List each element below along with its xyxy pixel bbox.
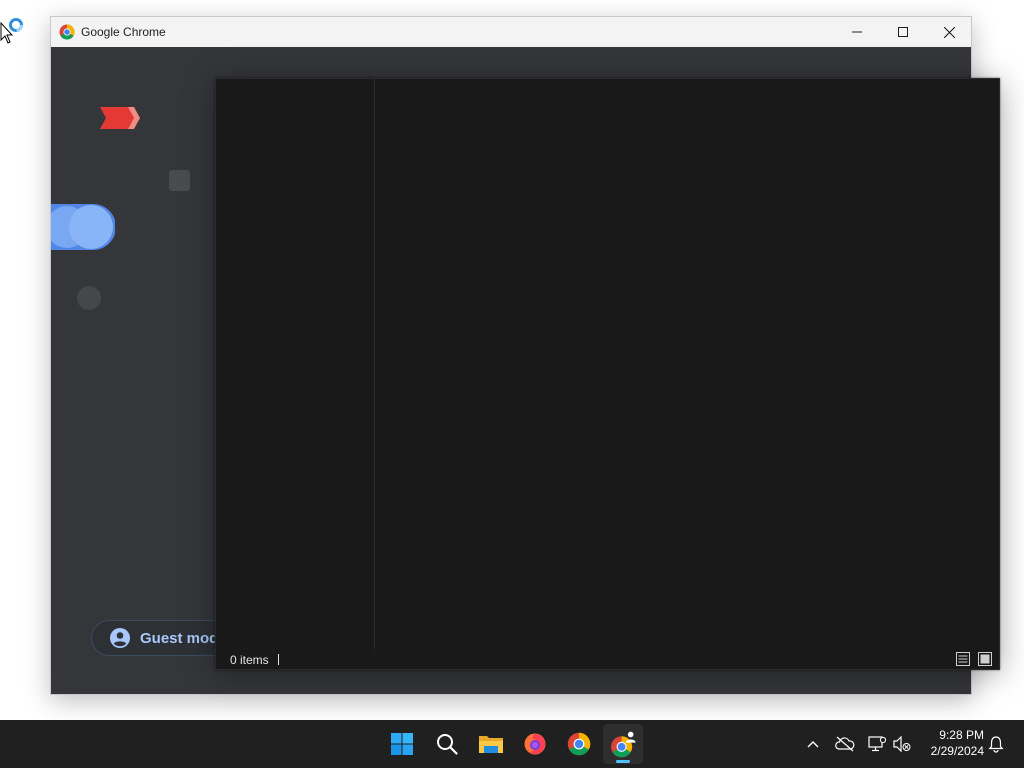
- maximize-icon: [898, 27, 908, 37]
- clock-time: 9:28 PM: [939, 728, 984, 742]
- window-title: Google Chrome: [81, 25, 166, 39]
- volume-muted-icon: [893, 735, 911, 753]
- close-button[interactable]: [926, 17, 972, 47]
- chevron-up-icon: [807, 741, 819, 748]
- account-circle-icon: [110, 628, 130, 648]
- large-icons-view-icon[interactable]: [977, 651, 993, 667]
- firefox-button[interactable]: [515, 724, 555, 764]
- chrome-icon: [567, 732, 591, 756]
- blue-toggle-illustration: [51, 204, 115, 250]
- active-app-indicator: [616, 760, 630, 763]
- firefox-icon: [524, 733, 546, 755]
- minimize-button[interactable]: [834, 17, 880, 47]
- busy-indicator-icon: [9, 18, 23, 32]
- file-dialog: 0 items: [215, 78, 1000, 670]
- chrome-guest-button[interactable]: [603, 724, 643, 764]
- gray-circle-illustration: [77, 286, 101, 310]
- status-bar: 0 items: [216, 649, 999, 669]
- search-button[interactable]: [427, 724, 467, 764]
- chrome-button[interactable]: [559, 724, 599, 764]
- minimize-icon: [852, 31, 862, 33]
- network-disconnected-icon: [868, 736, 887, 752]
- red-banner-illustration: [100, 107, 140, 129]
- file-list-area[interactable]: [376, 79, 999, 649]
- chrome-guest-icon: [611, 731, 636, 758]
- file-explorer-button[interactable]: [471, 724, 511, 764]
- windows-start-icon: [391, 733, 413, 755]
- guest-mode-label: Guest mod: [140, 630, 219, 647]
- title-bar[interactable]: Google Chrome: [51, 17, 971, 47]
- clock-date: 2/29/2024: [930, 744, 984, 758]
- system-clock[interactable]: 9:28 PM 2/29/2024: [918, 727, 984, 759]
- gray-square-illustration: [169, 170, 190, 191]
- onedrive-button[interactable]: [835, 734, 855, 754]
- maximize-button[interactable]: [880, 17, 926, 47]
- network-button[interactable]: [867, 734, 887, 754]
- details-view-icon[interactable]: [955, 651, 971, 667]
- show-hidden-icons-button[interactable]: [803, 734, 823, 754]
- search-icon: [437, 734, 458, 755]
- cloud-offline-icon: [835, 736, 855, 752]
- bell-icon: [988, 736, 1004, 753]
- volume-button[interactable]: [892, 734, 912, 754]
- guest-mode-chip[interactable]: Guest mod: [91, 620, 231, 656]
- notifications-button[interactable]: [986, 734, 1006, 754]
- taskbar: 9:28 PM 2/29/2024: [0, 720, 1024, 768]
- navigation-pane[interactable]: [216, 79, 375, 649]
- file-explorer-icon: [479, 736, 503, 753]
- status-separator: [278, 654, 279, 665]
- close-icon: [943, 26, 955, 38]
- item-count: 0 items: [230, 653, 269, 667]
- chrome-logo-icon: [59, 24, 75, 40]
- start-button[interactable]: [382, 724, 422, 764]
